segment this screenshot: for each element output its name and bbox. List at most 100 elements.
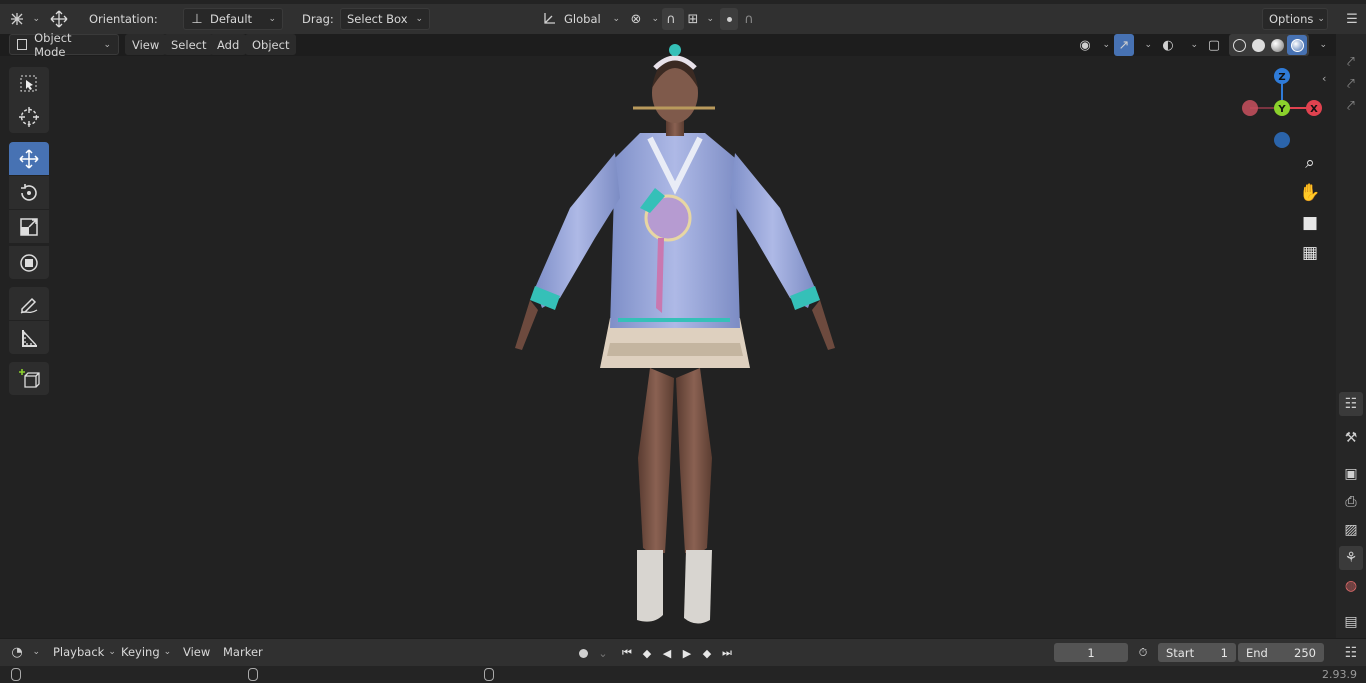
grid-icon: ▦ [1301,243,1319,263]
play-reverse-icon: ◀ [662,646,672,660]
current-frame-field[interactable]: 1 [1054,643,1128,662]
shading-dropdown[interactable]: ⌄ [1309,34,1327,56]
object-mode-icon [17,39,28,50]
add-cube-icon [19,368,40,388]
transform-space-value: Global [564,12,601,26]
gizmo-y-label: Y [1277,104,1286,115]
output-tab[interactable]: ⎙ [1339,490,1363,514]
scene-tab[interactable]: ⚘ [1339,546,1363,570]
mode-dropdown[interactable]: Object Mode ⌄ [9,31,119,59]
overlays-toggle[interactable]: ◐ [1158,34,1178,56]
options-dropdown[interactable]: Options ⌄ [1262,8,1328,30]
mouse-left-icon [11,668,21,681]
play-reverse-button[interactable]: ◀ [658,644,676,662]
menu-timeline-view[interactable]: View [178,641,215,663]
gizmo-neg-x-icon[interactable] [1242,100,1258,116]
add-cube-tool[interactable] [9,362,49,395]
world-tab[interactable]: ◍ [1339,574,1363,598]
pan-button[interactable]: ✋ [1296,180,1324,206]
drag-value: Select Box [347,12,408,26]
auto-keying-toggle[interactable] [574,644,592,662]
tool-link-icon[interactable]: ⤤ [1339,94,1363,118]
menu-add[interactable]: Add [210,34,247,55]
cursor-tool[interactable] [9,100,49,133]
camera-view-button[interactable]: ■ [1296,210,1324,236]
scale-tool[interactable] [9,210,49,243]
menu-view[interactable]: View [125,34,167,55]
collection-tab[interactable]: ▤ [1339,610,1363,634]
properties-editor-button[interactable]: ☷ [1339,392,1363,416]
dot-icon [726,16,732,22]
rotate-tool[interactable] [9,176,49,209]
gizmo-x-label: X [1310,104,1318,115]
tool-settings-tab[interactable]: ⚒ [1339,426,1363,450]
sidebar-toggle-chevron-icon[interactable]: ‹ [1322,72,1326,85]
transform-orientation-dropdown[interactable]: Global ⌄ [540,8,620,30]
drag-dropdown[interactable]: Select Box ⌄ [340,8,430,30]
solid-shading-button[interactable] [1249,35,1268,55]
transform-pivot-button[interactable] [50,8,76,30]
menu-playback[interactable]: Playback ⌄ [48,641,116,663]
camera-icon: ■ [1301,213,1319,233]
wrench-icon: ⚒ [1344,430,1358,446]
gizmo-dropdown[interactable]: ⌄ [1134,34,1152,56]
play-icon: ▶ [682,646,692,660]
menu-keying[interactable]: Keying ⌄ [116,641,174,663]
start-frame-field[interactable]: Start 1 [1158,643,1236,662]
view-layer-tab[interactable]: ▨ [1339,518,1363,542]
tool-link-icon[interactable]: ⤤ [1339,50,1363,74]
visibility-dropdown[interactable]: ◉ ⌄ [1076,34,1110,56]
overlays-dropdown[interactable]: ⌄ [1180,34,1198,56]
wireframe-shading-button[interactable] [1230,35,1249,55]
chevron-down-icon: ⌄ [1319,40,1327,50]
magnet-icon: ∩ [666,11,676,27]
timeline-editor-type-button[interactable]: ◔ ⌄ [8,641,40,663]
play-button[interactable]: ▶ [678,644,696,662]
xray-toggle[interactable]: ▢ [1204,34,1224,56]
render-tab[interactable]: ▣ [1339,462,1363,486]
editor-type-button[interactable]: ⌄ [8,8,40,30]
end-value: 250 [1294,645,1316,660]
timeline-options-icon: ☷ [1344,645,1358,661]
material-shading-button[interactable] [1268,35,1287,55]
start-value: 1 [1220,645,1228,660]
move-tool[interactable] [9,142,49,175]
chevron-down-icon: ⌄ [1190,40,1198,50]
rendered-shading-button[interactable] [1287,35,1307,55]
menu-marker[interactable]: Marker [218,641,268,663]
jump-end-button[interactable]: ⏭ [718,644,736,662]
start-label: Start [1166,645,1195,660]
world-globe-icon: ◍ [1344,578,1358,594]
transform-tool[interactable] [9,246,49,279]
annotate-tool[interactable] [9,287,49,320]
next-keyframe-button[interactable]: ◆ [698,644,716,662]
link-icon: ⊗ [630,11,642,27]
end-frame-field[interactable]: End 250 [1238,643,1324,662]
snap-target-dropdown[interactable]: ⊞ ⌄ [684,8,714,30]
menu-object[interactable]: Object [245,34,297,55]
outliner-editor-button[interactable]: ☰ [1340,8,1364,30]
proportional-edit-toggle[interactable] [720,8,738,30]
zoom-button[interactable]: ⌕ [1296,150,1324,176]
timeline-sidebar-button[interactable]: ☷ [1339,641,1363,665]
keying-set-dropdown[interactable]: ⌄ [594,644,612,662]
tool-link-icon[interactable]: ⤤ [1339,72,1363,96]
falloff-dropdown[interactable]: ∩ [740,8,770,30]
preview-range-toggle[interactable]: ⏱ [1134,644,1152,662]
orientation-dropdown[interactable]: ⊥ Default ⌄ [183,8,283,30]
navigation-gizmo[interactable]: Z X Y [1236,64,1328,152]
menu-select[interactable]: Select [164,34,214,55]
gizmo-toggle[interactable]: ↗ [1114,34,1134,56]
hand-icon: ✋ [1299,183,1321,203]
character-model[interactable] [500,38,850,633]
select-box-tool[interactable] [9,67,49,100]
snap-toggle[interactable]: ∩ [662,8,684,30]
gizmo-neg-z-icon[interactable] [1274,132,1290,148]
jump-start-button[interactable]: ⏮ [618,644,636,662]
properties-icon: ☷ [1344,396,1358,412]
pivot-point-dropdown[interactable]: ⊗ ⌄ [627,8,659,30]
measure-tool[interactable] [9,321,49,354]
prev-keyframe-button[interactable]: ◆ [638,644,656,662]
perspective-toggle-button[interactable]: ▦ [1296,240,1324,266]
chevron-down-icon: ⌄ [163,647,172,657]
